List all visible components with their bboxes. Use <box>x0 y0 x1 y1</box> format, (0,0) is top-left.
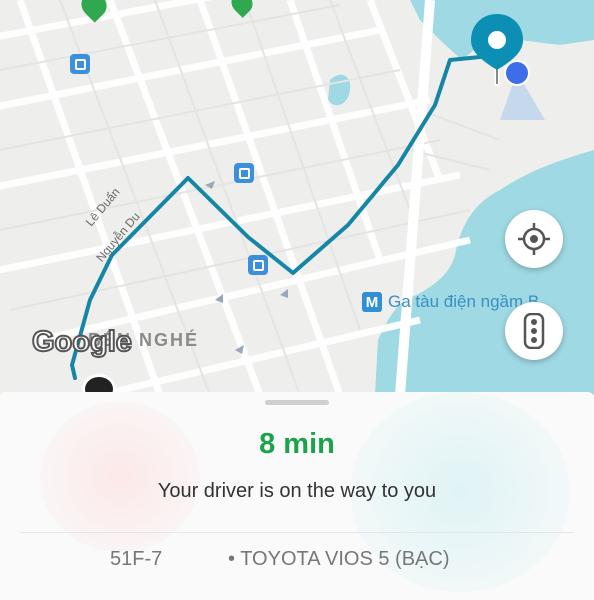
metro-icon: M <box>362 292 382 312</box>
bus-stop-icon[interactable] <box>234 163 254 183</box>
crosshair-icon <box>518 223 550 255</box>
current-location-icon <box>504 60 530 86</box>
sheet-drag-handle[interactable] <box>265 400 329 405</box>
bus-stop-icon[interactable] <box>70 54 90 74</box>
sheet-glow <box>40 402 200 552</box>
divider <box>20 532 574 533</box>
map-view[interactable]: Lê Duẩn Nguyễn Du M Ga tàu điện ngầm B B… <box>0 0 594 395</box>
google-logo: Google <box>31 325 133 359</box>
driver-status-text: Your driver is on the way to you <box>157 480 437 502</box>
license-plate: 51F-7 <box>110 548 163 570</box>
traffic-toggle-button[interactable] <box>505 302 563 360</box>
metro-station-label[interactable]: M Ga tàu điện ngầm B <box>362 292 539 312</box>
traffic-light-icon <box>523 313 545 349</box>
eta-text: 8 min <box>259 428 335 460</box>
trip-info-sheet[interactable]: 8 min Your driver is on the way to you 5… <box>0 392 594 600</box>
recenter-button[interactable] <box>505 210 563 268</box>
bus-stop-icon[interactable] <box>248 255 268 275</box>
vehicle-model: • TOYOTA VIOS 5 (BẠC) <box>228 548 450 570</box>
